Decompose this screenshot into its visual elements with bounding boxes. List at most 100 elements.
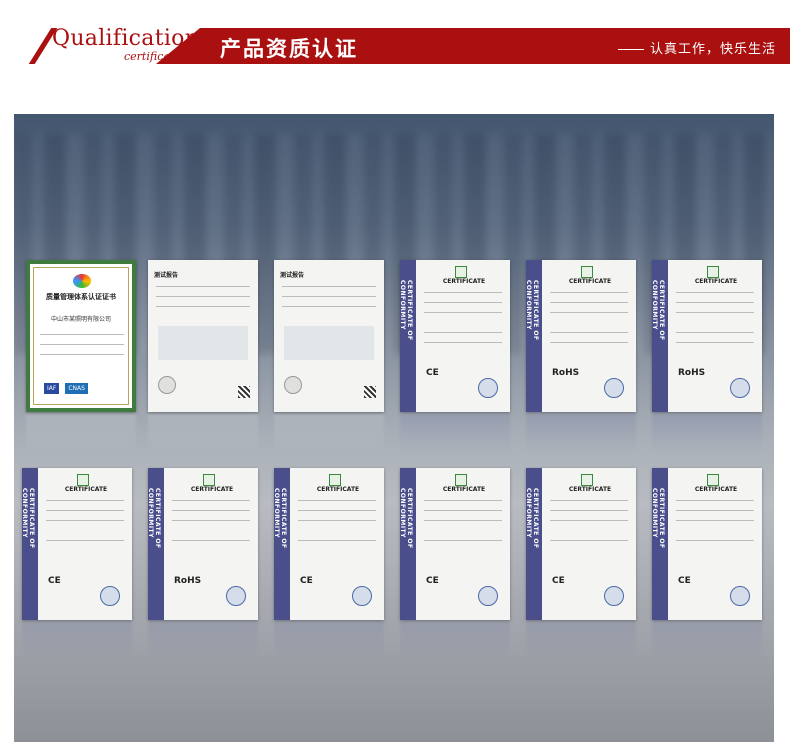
certificate-heading: CERTIFICATE [316,486,360,493]
accreditation-logos: IAF CNAS [44,383,88,394]
band-text: CERTIFICATE OF CONFORMITY [526,488,539,549]
qr-code-icon [238,386,250,398]
band-text: CERTIFICATE OF CONFORMITY [400,488,413,549]
ce-mark: CE [426,368,439,378]
certificate-company: 中山市某照明有限公司 [50,316,111,323]
text-line [424,332,502,333]
world-map-watermark [284,326,374,360]
seal-icon [284,376,302,394]
report-title: 测试报告 [154,272,179,279]
text-line [676,520,754,521]
certifier-logo-icon [329,474,341,486]
certificate-heading: CERTIFICATE [190,486,234,493]
conformity-certificate: CERTIFICATE OF CONFORMITY CERTIFICATE Ro… [148,468,258,620]
ce-mark: CE [678,576,691,586]
certificate-reflection [526,414,636,454]
conformity-certificate: CERTIFICATE OF CONFORMITY CERTIFICATE CE [652,468,762,620]
certificate-heading: CERTIFICATE [694,278,738,285]
certification-subtitle: certification [124,50,192,63]
text-line [156,306,250,307]
certificate-reflection [22,622,132,662]
certificate-reflection [400,414,510,454]
certificate-reflection [526,622,636,662]
text-line [550,292,628,293]
text-line [424,520,502,521]
conformity-certificate: CERTIFICATE OF CONFORMITY CERTIFICATE CE [274,468,384,620]
rohs-mark: RoHS [174,576,202,586]
text-line [40,334,124,335]
band-text: CERTIFICATE OF CONFORMITY [652,280,665,341]
text-line [172,540,250,541]
text-line [46,520,124,521]
certificate-heading: CERTIFICATE [442,486,486,493]
ce-mark: CE [300,576,313,586]
text-line [46,510,124,511]
test-report-certificate: 测试报告 [274,260,384,412]
text-line [424,302,502,303]
certificate-heading: CERTIFICATE [442,278,486,285]
iaf-logo: IAF [44,383,60,394]
certifier-logo-icon [455,266,467,278]
ce-mark: CE [48,576,61,586]
certificate-heading: CERTIFICATE [64,486,108,493]
text-line [40,344,124,345]
text-line [424,312,502,313]
text-line [424,540,502,541]
certifier-logo-icon [707,266,719,278]
certificate-heading: CERTIFICATE [568,486,612,493]
certifier-logo-icon [707,474,719,486]
text-line [676,500,754,501]
text-line [424,292,502,293]
seal-icon [478,378,498,398]
certificate-reflection [400,622,510,662]
text-line [298,500,376,501]
seal-icon [352,586,372,606]
slogan: 认真工作，快乐生活 [617,38,776,57]
text-line [172,510,250,511]
world-map-watermark [158,326,248,360]
text-line [282,306,376,307]
seal-icon [604,378,624,398]
certifier-logo-icon [73,274,91,288]
text-line [172,500,250,501]
qualification-title: Qualification [52,26,200,51]
seal-icon [730,586,750,606]
ce-mark: CE [426,576,439,586]
band-text: CERTIFICATE OF CONFORMITY [22,488,35,549]
text-line [550,302,628,303]
text-line [550,510,628,511]
qr-code-icon [364,386,376,398]
certificate-reflection [148,622,258,662]
band-text: CERTIFICATE OF CONFORMITY [526,280,539,341]
text-line [550,332,628,333]
seal-icon [158,376,176,394]
text-line [156,296,250,297]
band-text: CERTIFICATE OF CONFORMITY [652,488,665,549]
certifier-logo-icon [203,474,215,486]
text-line [298,520,376,521]
conformity-certificate: CERTIFICATE OF CONFORMITY CERTIFICATE Ro… [652,260,762,412]
text-line [676,302,754,303]
band-text: CERTIFICATE OF CONFORMITY [148,488,161,549]
seal-icon [730,378,750,398]
certificate-heading: CERTIFICATE [568,278,612,285]
certifier-logo-icon [581,266,593,278]
test-report-certificate: 测试报告 [148,260,258,412]
text-line [550,540,628,541]
text-line [424,510,502,511]
text-line [550,312,628,313]
seal-icon [604,586,624,606]
text-line [676,292,754,293]
conformity-certificate: CERTIFICATE OF CONFORMITY CERTIFICATE CE [400,468,510,620]
quality-management-certificate: 质量管理体系认证证书 中山市某照明有限公司 IAF CNAS [26,260,136,412]
rohs-mark: RoHS [678,368,706,378]
text-line [676,332,754,333]
text-line [46,500,124,501]
text-line [40,354,124,355]
certificate-reflection [274,622,384,662]
slogan-text: 认真工作，快乐生活 [649,42,776,57]
cnas-logo: CNAS [65,383,88,394]
ce-mark: CE [552,576,565,586]
text-line [172,520,250,521]
seal-icon [478,586,498,606]
